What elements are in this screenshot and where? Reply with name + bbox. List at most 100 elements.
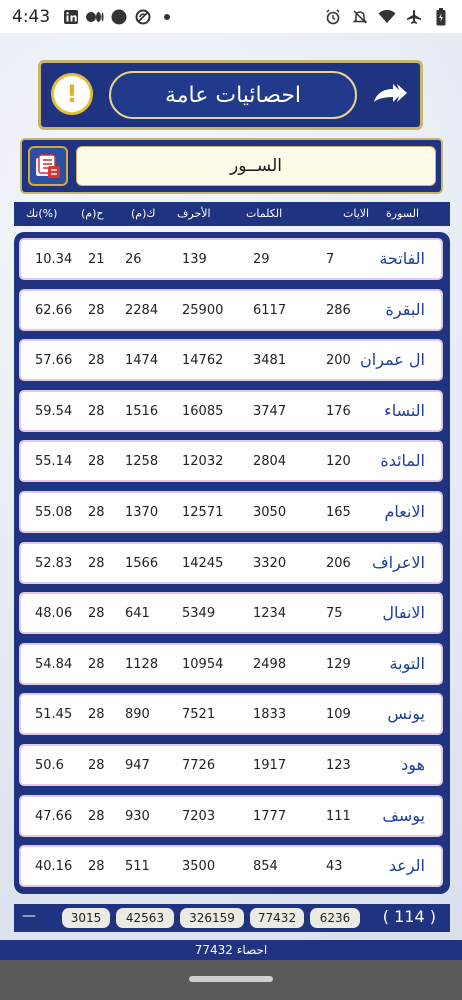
search-input[interactable]: الســور [76,146,436,186]
table-row[interactable]: 48.06 28 641 5349 1234 75 الانفال [19,592,443,635]
cell-km: 1128 [125,656,159,672]
cell-km: 2284 [125,302,159,318]
cell-tk: 48.06 [35,606,73,622]
cell-surah-name: الانعام [384,502,425,521]
cell-tk: 57.66 [35,353,73,369]
cell-surah-name: الرعد [388,856,425,876]
status-bar: 4:43 [0,0,462,33]
surah-count: ( 114 ) [382,907,436,926]
cell-words: 2804 [253,454,287,470]
cell-tk: 47.66 [35,808,73,824]
cell-tk: 10.34 [35,252,73,267]
table-row[interactable]: 51.45 28 890 7521 1833 109 يونس [19,693,443,736]
cell-surah-name: الفاتحة [379,249,425,268]
status-notification-icons [62,8,176,26]
total-words: 77432 [250,908,304,928]
cell-hm: 28 [88,859,105,875]
cell-ayat: 200 [326,353,351,369]
cell-km: 947 [125,758,150,773]
alert-button[interactable]: ! [51,73,93,115]
column-header-hm: ح(م) [81,207,104,220]
cell-ayat: 206 [326,555,351,571]
table-row[interactable]: 50.6 28 947 7726 1917 123 هود [19,744,443,786]
column-header-words: الكلمات [246,207,283,220]
cell-hm: 28 [88,353,105,369]
totals-dash: — [22,908,36,924]
cell-letters: 16085 [182,403,224,419]
exclamation-circle-icon: ! [66,80,78,108]
medium-icon [86,8,104,26]
table-row[interactable]: 62.66 28 2284 25900 6117 286 البقرة [19,288,443,331]
total-km: 3015 [62,908,110,928]
cell-km: 26 [125,252,142,267]
total-ayat: 6236 [310,908,360,928]
cell-letters: 7726 [182,758,216,773]
cell-km: 511 [125,859,150,875]
cell-surah-name: يوسف [382,805,425,825]
cell-hm: 28 [88,505,105,520]
column-header-km: ك(م) [131,207,156,220]
surah-table: 10.34 21 26 139 29 7 الفاتحة 62.66 28 2284 25900 61… [14,232,450,894]
column-header-letters: الأحرف [177,207,211,220]
cell-tk: 55.14 [35,454,73,470]
cell-ayat: 176 [326,403,351,419]
cell-ayat: 286 [326,302,351,318]
cell-tk: 55.08 [35,505,73,520]
notifications-off-icon [351,8,369,26]
header-banner: ! احصائيات عامة [38,60,423,130]
table-row[interactable]: 55.14 28 1258 12032 2804 120 المائدة [19,440,443,483]
cell-letters: 7521 [182,707,216,723]
cell-ayat: 129 [326,656,351,672]
cell-tk: 54.84 [35,656,73,672]
cell-letters: 7203 [182,808,216,824]
cell-km: 1566 [125,555,159,571]
cell-km: 1516 [125,403,159,419]
cell-hm: 28 [88,555,105,571]
navigation-bar [0,960,462,1000]
table-row[interactable]: 40.16 28 511 3500 854 43 الرعد [19,845,443,888]
cell-tk: 59.54 [35,403,73,419]
cell-km: 1474 [125,353,159,369]
cell-km: 1258 [125,454,159,470]
alarm-icon [324,8,342,26]
stat-strip: احصاء 77432 [0,940,462,960]
no-sync-icon [134,8,152,26]
cell-ayat: 75 [326,606,343,622]
cell-hm: 28 [88,403,105,419]
table-row[interactable]: 54.84 28 1128 10954 2498 129 التوبة [19,642,443,685]
cell-words: 1917 [253,758,287,773]
cell-km: 641 [125,606,150,622]
cell-letters: 12032 [182,454,224,470]
list-book-icon [36,154,60,178]
status-system-icons [324,7,450,26]
table-row[interactable]: 10.34 21 26 139 29 7 الفاتحة [19,238,443,280]
cell-words: 3481 [253,353,287,369]
table-row[interactable]: 55.08 28 1370 12571 3050 165 الانعام [19,491,443,533]
cell-surah-name: يونس [387,704,425,724]
cell-hm: 21 [88,252,105,267]
cell-words: 2498 [253,656,287,672]
cell-surah-name: الاعراف [372,552,425,572]
cell-hm: 28 [88,606,105,622]
cell-hm: 28 [88,808,105,824]
cell-letters: 3500 [182,859,216,875]
cell-tk: 51.45 [35,707,73,723]
cell-words: 1234 [253,606,287,622]
cell-ayat: 7 [326,252,335,267]
forward-button[interactable] [370,79,412,111]
home-gesture-handle[interactable] [189,976,273,982]
cell-words: 854 [253,859,278,875]
table-row[interactable]: 59.54 28 1516 16085 3747 176 النساء [19,389,443,432]
cell-hm: 28 [88,707,105,723]
table-row[interactable]: 52.83 28 1566 14245 3320 206 الاعراف [19,541,443,584]
cell-tk: 52.83 [35,555,73,571]
table-header: السورة الايات الكلمات الأحرف ك(م) ح(م) ت… [14,202,450,226]
cell-ayat: 123 [326,758,351,773]
table-row[interactable]: 57.66 28 1474 14762 3481 200 ال عمران [19,339,443,382]
cell-surah-name: التوبة [389,653,425,673]
page-title: احصائيات عامة [109,71,357,119]
cell-letters: 12571 [182,505,224,520]
list-button[interactable] [28,146,68,186]
table-row[interactable]: 47.66 28 930 7203 1777 111 يوسف [19,794,443,837]
cell-hm: 28 [88,656,105,672]
